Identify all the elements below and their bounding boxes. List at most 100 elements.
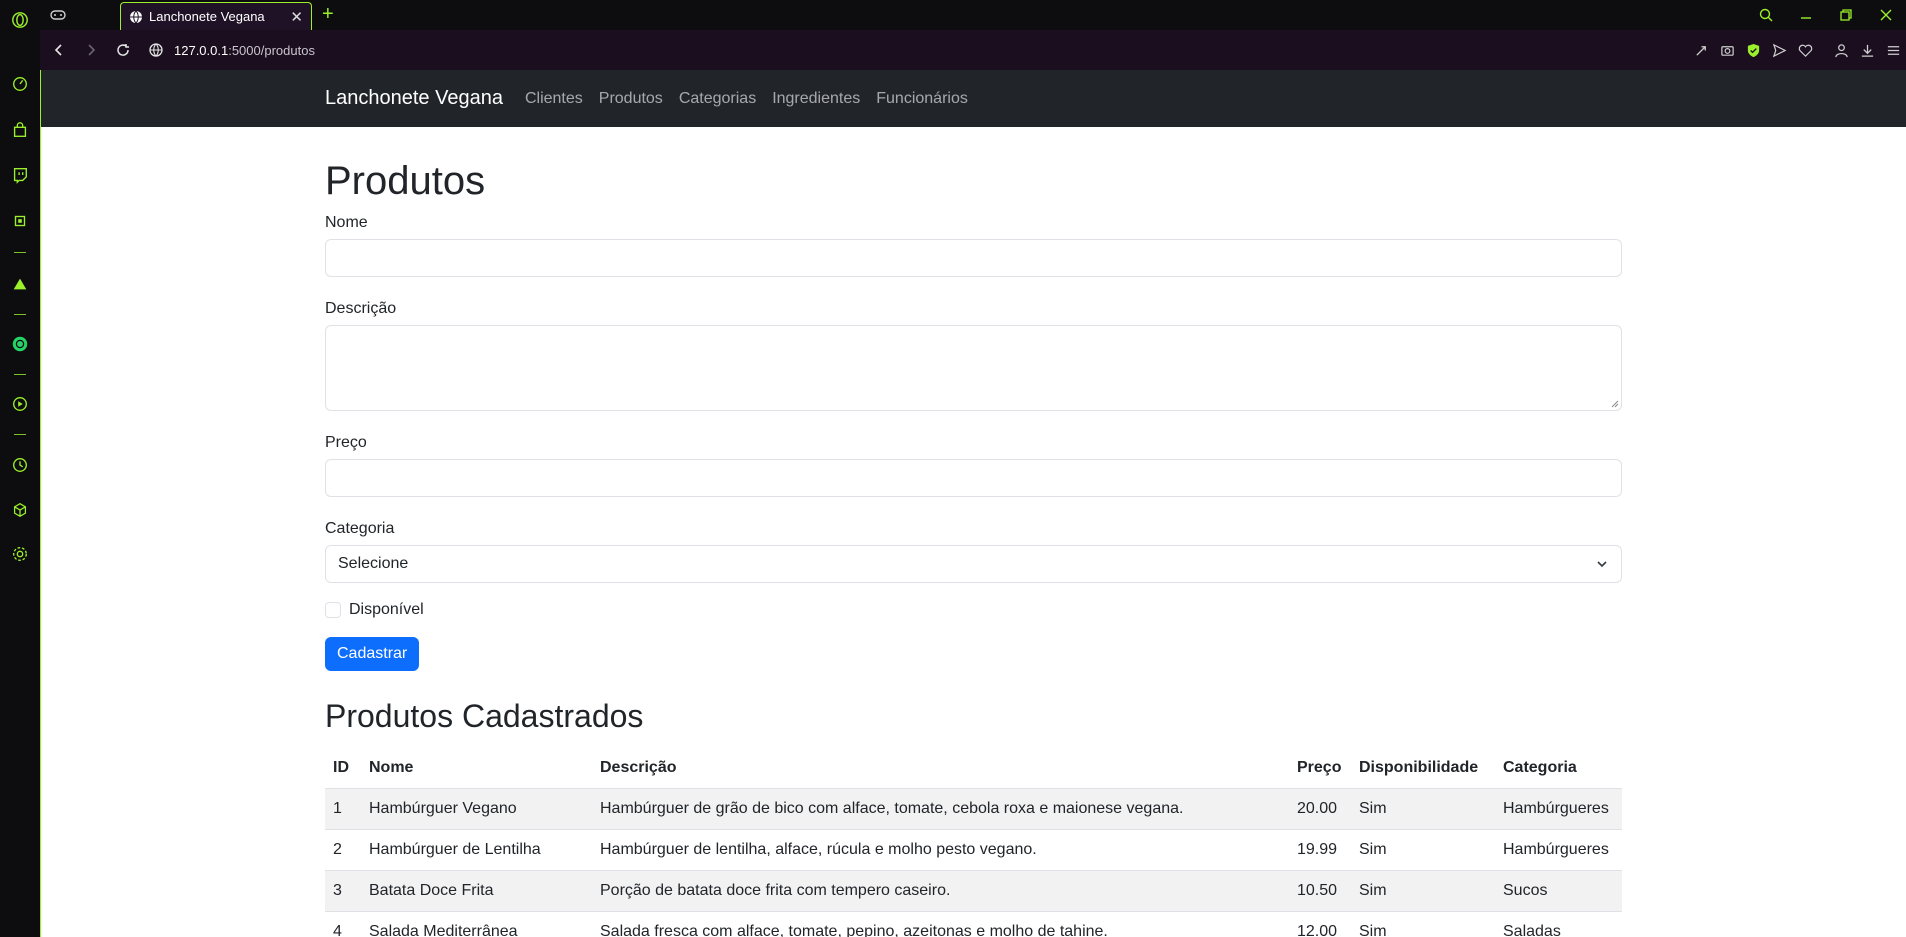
address-bar-actions	[1688, 30, 1906, 70]
sidebar-separator	[14, 314, 26, 315]
table-row: 4 Salada Mediterrânea Salada fresca com …	[325, 911, 1622, 937]
sidebar-separator	[14, 252, 26, 253]
player-icon[interactable]	[8, 392, 32, 416]
descricao-label: Descrição	[325, 300, 397, 317]
tab-title: Lanchonete Vegana	[149, 9, 265, 24]
account-icon[interactable]	[1828, 37, 1854, 63]
column-header-disponibilidade: Disponibilidade	[1351, 747, 1495, 789]
new-tab-icon[interactable]: +	[322, 3, 334, 26]
search-tabs-icon[interactable]	[1746, 0, 1786, 30]
cell-preco: 12.00	[1289, 911, 1351, 937]
cell-descricao: Hambúrguer de grão de bico com alface, t…	[592, 788, 1289, 830]
cell-descricao: Hambúrguer de lentilha, alface, rúcula e…	[592, 829, 1289, 871]
column-header-id: ID	[325, 747, 361, 789]
navbar-brand[interactable]: Lanchonete Vegana	[325, 87, 503, 110]
cell-nome: Hambúrguer Vegano	[361, 788, 592, 830]
descricao-textarea[interactable]	[325, 325, 1622, 411]
column-header-categoria: Categoria	[1495, 747, 1622, 789]
table-title: Produtos Cadastrados	[325, 698, 644, 734]
disponivel-row: Disponível	[325, 601, 1622, 619]
chevron-down-icon	[1597, 561, 1607, 568]
table-row: 2 Hambúrguer de Lentilha Hambúrguer de l…	[325, 829, 1622, 871]
page-title: Produtos	[325, 159, 486, 203]
disponivel-label[interactable]: Disponível	[349, 601, 424, 619]
minimize-icon[interactable]	[1786, 0, 1826, 30]
sidebar-separator	[14, 374, 26, 375]
cadastrar-button[interactable]: Cadastrar	[325, 637, 420, 671]
cell-preco: 19.99	[1289, 829, 1351, 871]
cell-categoria: Saladas	[1495, 911, 1622, 937]
nome-input[interactable]	[325, 239, 1622, 277]
cell-descricao: Porção de batata doce frita com tempero …	[592, 870, 1289, 912]
column-header-nome: Nome	[361, 747, 592, 789]
window-controls	[1746, 0, 1906, 30]
chip-icon[interactable]	[8, 209, 32, 233]
snapshot-camera-icon[interactable]	[1714, 37, 1740, 63]
url-path: :5000/produtos	[228, 42, 315, 58]
cell-nome: Hambúrguer de Lentilha	[361, 829, 592, 871]
aria-icon[interactable]	[8, 272, 32, 296]
extensions-cube-icon[interactable]	[8, 498, 32, 522]
shopping-bag-icon[interactable]	[8, 118, 32, 142]
send-icon[interactable]	[1766, 37, 1792, 63]
cell-preco: 20.00	[1289, 788, 1351, 830]
easy-setup-menu-icon[interactable]	[1880, 37, 1906, 63]
forward-icon[interactable]	[76, 35, 106, 65]
table-row: 3 Batata Doce Frita Porção de batata doc…	[325, 870, 1622, 912]
cell-id: 2	[325, 829, 361, 871]
share-icon[interactable]	[1688, 37, 1714, 63]
globe-favicon-icon	[130, 10, 142, 24]
preco-input[interactable]	[325, 459, 1622, 497]
tab-lanchonete-vegana[interactable]: Lanchonete Vegana ✕	[120, 2, 312, 30]
history-icon[interactable]	[8, 453, 32, 477]
nav-link-produtos[interactable]: Produtos	[599, 90, 663, 108]
sidebar-separator	[14, 434, 26, 435]
cell-id: 4	[325, 911, 361, 937]
cell-disponibilidade: Sim	[1351, 911, 1495, 937]
page-viewport: Lanchonete Vegana Clientes Produtos Cate…	[40, 70, 1906, 937]
tab-close-icon[interactable]: ✕	[290, 8, 303, 26]
produtos-table: ID Nome Descrição Preço Disponibilidade …	[325, 747, 1622, 937]
nav-link-categorias[interactable]: Categorias	[679, 90, 756, 108]
nav-link-funcionarios[interactable]: Funcionários	[876, 90, 968, 108]
site-info-globe-icon[interactable]	[148, 42, 164, 58]
settings-gear-icon[interactable]	[8, 542, 32, 566]
url-field[interactable]: 127.0.0.1:5000/produtos	[148, 42, 315, 58]
bookmark-heart-icon[interactable]	[1792, 37, 1818, 63]
cell-nome: Batata Doce Frita	[361, 870, 592, 912]
downloads-icon[interactable]	[1854, 37, 1880, 63]
browser-sidebar	[0, 0, 40, 937]
categoria-select[interactable]: Selecione	[325, 545, 1622, 583]
cell-disponibilidade: Sim	[1351, 829, 1495, 871]
main-container: Produtos Nome Descrição Preço Categoria …	[325, 127, 1622, 937]
resize-grip-icon[interactable]	[1611, 400, 1619, 408]
cell-id: 3	[325, 870, 361, 912]
twitch-icon[interactable]	[8, 163, 32, 187]
url-host: 127.0.0.1	[174, 42, 229, 58]
restore-icon[interactable]	[1826, 0, 1866, 30]
cell-categoria: Hambúrgueres	[1495, 788, 1622, 830]
cell-categoria: Hambúrgueres	[1495, 829, 1622, 871]
preco-label: Preço	[325, 434, 367, 451]
vpn-shield-icon[interactable]	[1740, 37, 1766, 63]
gamepad-icon[interactable]	[48, 6, 68, 24]
column-header-descricao: Descrição	[592, 747, 1289, 789]
site-navbar: Lanchonete Vegana Clientes Produtos Cate…	[41, 70, 1906, 127]
cell-nome: Salada Mediterrânea	[361, 911, 592, 937]
cell-disponibilidade: Sim	[1351, 788, 1495, 830]
categoria-label: Categoria	[325, 520, 395, 537]
whatsapp-icon[interactable]	[8, 332, 32, 356]
nav-link-clientes[interactable]: Clientes	[525, 90, 583, 108]
disponivel-checkbox[interactable]	[325, 602, 341, 618]
opera-logo-icon[interactable]	[8, 8, 32, 32]
reload-icon[interactable]	[108, 35, 138, 65]
tab-strip: Lanchonete Vegana ✕ +	[40, 0, 1906, 30]
table-header-row: ID Nome Descrição Preço Disponibilidade …	[325, 747, 1622, 789]
speed-dial-icon[interactable]	[8, 72, 32, 96]
cell-categoria: Sucos	[1495, 870, 1622, 912]
close-window-icon[interactable]	[1866, 0, 1906, 30]
categoria-selected-value: Selecione	[338, 555, 409, 572]
column-header-preco: Preço	[1289, 747, 1351, 789]
nav-link-ingredientes[interactable]: Ingredientes	[772, 90, 860, 108]
back-icon[interactable]	[44, 35, 74, 65]
